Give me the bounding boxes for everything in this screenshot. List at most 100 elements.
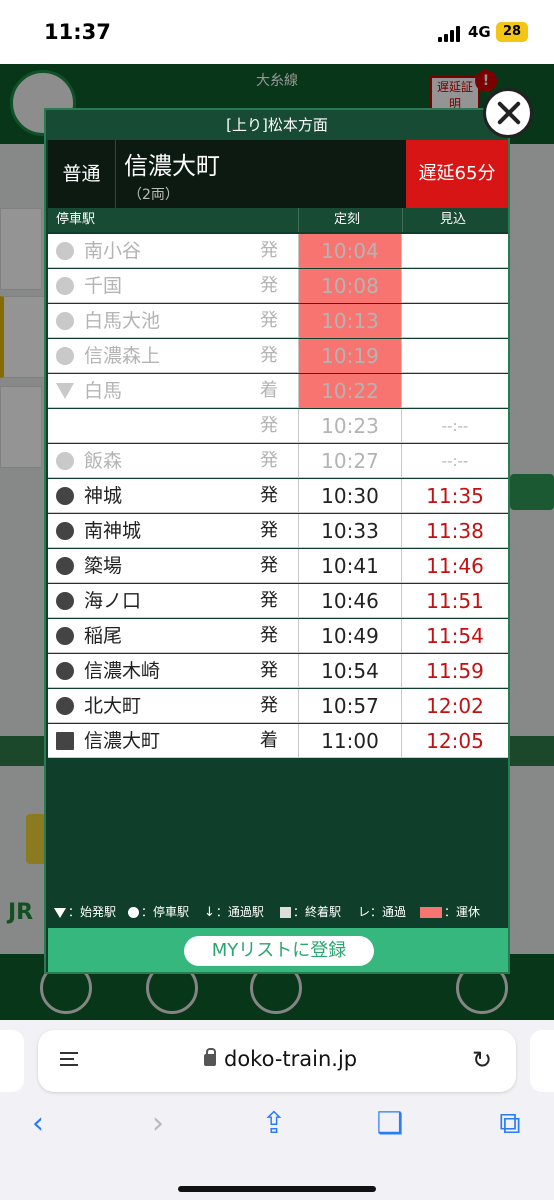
stop-estimated: --:-- (441, 452, 469, 470)
signal-icon (438, 26, 464, 42)
triangle-icon (56, 383, 74, 399)
stop-scheduled: 10:30 (298, 479, 402, 513)
close-icon[interactable] (483, 88, 533, 138)
stop-estimated: 12:05 (426, 729, 484, 753)
timetable-header: 停車駅 定刻 見込 (48, 208, 508, 232)
stop-row: 南神城 発 10:33 11:38 (48, 514, 508, 548)
legend-stop: ：停車駅 (128, 898, 189, 926)
stop-arr-dep: 発 (260, 275, 278, 296)
legend-terminal: ：終着駅 (280, 898, 341, 926)
stop-arr-dep: 発 (260, 240, 278, 261)
stop-arr-dep: 発 (260, 590, 278, 611)
legend-origin: ：始発駅 (54, 898, 116, 926)
stop-estimated (402, 269, 508, 303)
next-tab-edge[interactable] (530, 1030, 554, 1092)
stop-estimated: 11:59 (426, 659, 484, 683)
stop-row: 信濃大町 着 11:00 12:05 (48, 724, 508, 758)
stop-estimated: 11:38 (426, 519, 484, 543)
stop-arr-dep: 着 (260, 380, 278, 401)
stop-row: 発 10:23 --:-- (48, 409, 508, 443)
stop-station: 南神城 (84, 520, 142, 542)
reload-icon[interactable]: ↻ (472, 1046, 492, 1074)
train-type: 普通 (48, 140, 116, 208)
circle-icon (56, 312, 74, 330)
stop-scheduled: 10:54 (298, 654, 402, 688)
stop-arr-dep: 着 (260, 730, 278, 751)
stop-estimated (402, 374, 508, 408)
stop-arr-dep: 発 (260, 310, 278, 331)
stop-station: 北大町 (84, 695, 142, 717)
stop-station: 千国 (84, 275, 123, 297)
tabs-icon[interactable]: ⧉ (490, 1104, 530, 1144)
stop-estimated: 11:51 (426, 589, 484, 613)
circle-icon (128, 907, 139, 918)
stop-station: 飯森 (84, 450, 123, 472)
circle-icon (56, 277, 74, 295)
stop-estimated: --:-- (441, 417, 469, 435)
legend-pass-mark: レ：通過 (358, 905, 407, 919)
circle-icon (56, 487, 74, 505)
lock-icon (204, 1048, 216, 1066)
train-info: 普通 信濃大町 （2両） 遅延65分 (48, 140, 508, 208)
status-bar: 11:37 4G 28 (0, 0, 554, 64)
forward-icon[interactable]: › (138, 1104, 178, 1144)
stop-scheduled: 11:00 (298, 724, 402, 758)
stop-scheduled: 10:22 (298, 374, 402, 408)
stop-arr-dep: 発 (260, 485, 278, 506)
stop-row: 南小谷 発 10:04 (48, 234, 508, 268)
train-detail-modal: [上り]松本方面 普通 信濃大町 （2両） 遅延65分 停車駅 定刻 見込 南小… (44, 108, 510, 974)
stop-estimated (402, 339, 508, 373)
stop-row: 千国 発 10:08 (48, 269, 508, 303)
bookmarks-icon[interactable]: ❑ (370, 1104, 410, 1144)
back-icon[interactable]: ‹ (18, 1104, 58, 1144)
stop-arr-dep: 発 (260, 450, 278, 471)
url-text[interactable]: doko-train.jp (224, 1047, 357, 1071)
stop-scheduled: 10:04 (298, 234, 402, 268)
stop-scheduled: 10:57 (298, 689, 402, 723)
legend-pass: ↓：通過駅 (204, 898, 264, 927)
stop-arr-dep: 発 (260, 555, 278, 576)
battery-icon: 28 (496, 22, 528, 42)
stop-station: 稲尾 (84, 625, 123, 647)
legend: ：始発駅 ：停車駅 ↓：通過駅 ：終着駅 レ：通過 ：運休 (48, 898, 508, 926)
stop-station: 信濃森上 (84, 345, 161, 367)
stop-scheduled: 10:27 (298, 444, 402, 478)
square-icon (56, 732, 74, 750)
address-bar[interactable]: doko-train.jp ↻ (38, 1030, 516, 1092)
home-indicator (178, 1186, 376, 1192)
header-scheduled: 定刻 (334, 212, 361, 227)
stop-row: 信濃森上 発 10:19 (48, 339, 508, 373)
stop-estimated (402, 234, 508, 268)
browser-toolbar: doko-train.jp ↻ ‹ › ⇪ ❑ ⧉ (0, 1020, 554, 1200)
share-icon[interactable]: ⇪ (254, 1104, 294, 1144)
stop-station: 信濃木崎 (84, 660, 161, 682)
train-destination: 信濃大町 (124, 152, 220, 180)
stop-row: 簗場 発 10:41 11:46 (48, 549, 508, 583)
stop-row: 飯森 発 10:27 --:-- (48, 444, 508, 478)
stop-arr-dep: 発 (260, 625, 278, 646)
stop-station: 簗場 (84, 555, 123, 577)
reader-mode-icon[interactable] (60, 1052, 82, 1070)
circle-icon (56, 627, 74, 645)
prev-tab-edge[interactable] (0, 1030, 24, 1092)
stop-station: 信濃大町 (84, 730, 161, 752)
header-station: 停車駅 (56, 212, 96, 227)
stop-scheduled: 10:23 (298, 409, 402, 443)
stop-row: 白馬大池 発 10:13 (48, 304, 508, 338)
stop-scheduled: 10:33 (298, 514, 402, 548)
mylist-bar: MYリストに登録 (48, 928, 508, 972)
network-type: 4G (468, 23, 491, 41)
header-estimated: 見込 (440, 212, 467, 227)
add-to-mylist-button[interactable]: MYリストに登録 (184, 936, 374, 966)
circle-icon (56, 697, 74, 715)
stop-station: 南小谷 (84, 240, 142, 262)
stop-arr-dep: 発 (260, 660, 278, 681)
stop-scheduled: 10:46 (298, 584, 402, 618)
triangle-icon (54, 907, 66, 918)
stop-row: 海ノ口 発 10:46 11:51 (48, 584, 508, 618)
stop-row: 神城 発 10:30 11:35 (48, 479, 508, 513)
stop-arr-dep: 発 (260, 520, 278, 541)
stop-row: 白馬 着 10:22 (48, 374, 508, 408)
status-time: 11:37 (44, 20, 111, 44)
stop-row: 北大町 発 10:57 12:02 (48, 689, 508, 723)
